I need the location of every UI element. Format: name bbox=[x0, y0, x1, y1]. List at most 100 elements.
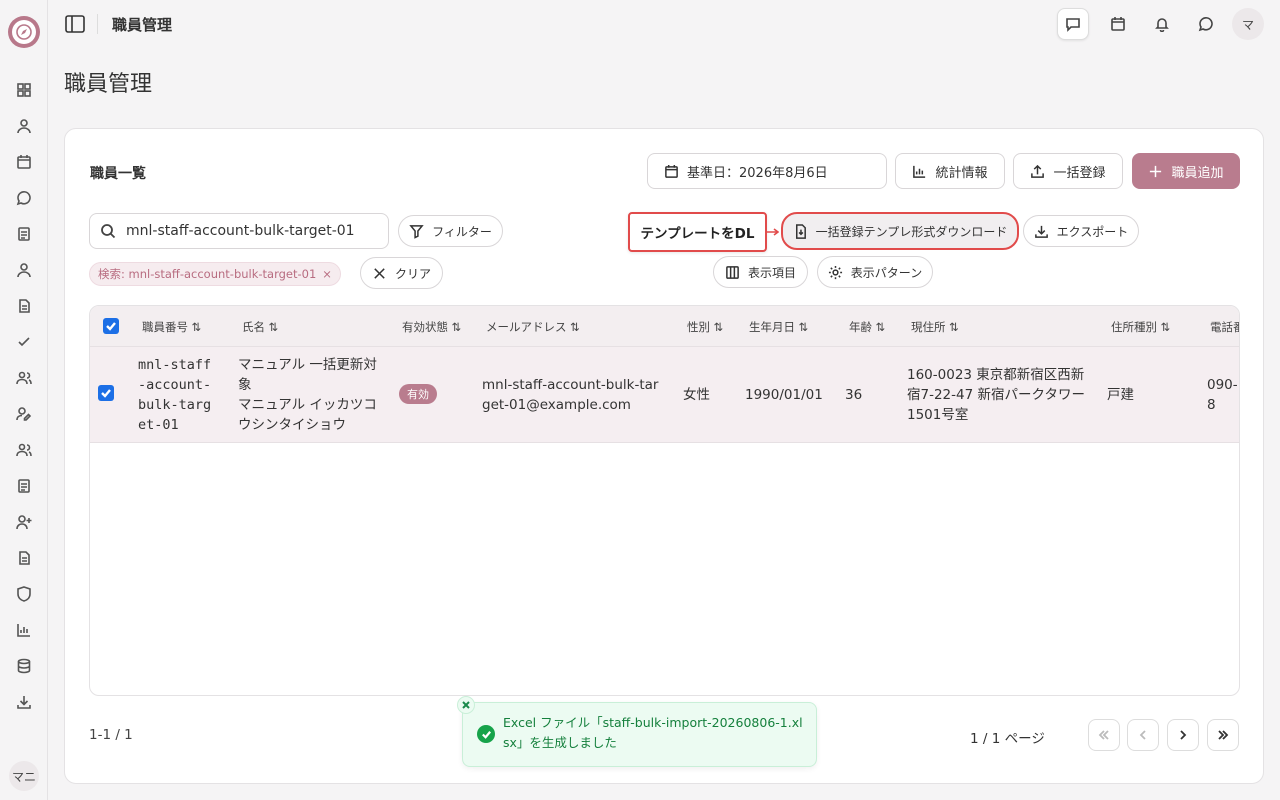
bulk-register-button[interactable]: 一括登録 bbox=[1013, 153, 1123, 189]
calendar-button[interactable] bbox=[1102, 8, 1134, 40]
chevrons-left-icon bbox=[1098, 730, 1109, 740]
calendar-icon[interactable] bbox=[14, 152, 34, 172]
upload-icon bbox=[1031, 164, 1045, 178]
reference-date-button[interactable]: 基準日：2026年8月6日 bbox=[647, 153, 887, 189]
users-icon[interactable] bbox=[14, 368, 34, 388]
filter-button[interactable]: フィルター bbox=[398, 215, 503, 247]
row-checkbox[interactable] bbox=[98, 385, 114, 401]
staff-table: 職員番号 ⇅ 氏名 ⇅ 有効状態 ⇅ メールアドレス ⇅ 性別 ⇅ 生年月日 ⇅… bbox=[89, 305, 1240, 696]
notification-button[interactable] bbox=[1146, 8, 1178, 40]
select-all-checkbox[interactable] bbox=[103, 318, 119, 334]
cell-name: マニュアル 一括更新対 象 マニュアル イッカツコ ウシンタイショウ bbox=[238, 357, 377, 433]
dashboard-icon[interactable] bbox=[14, 80, 34, 100]
toast-close-icon[interactable] bbox=[457, 696, 475, 714]
bar-chart-icon[interactable] bbox=[14, 620, 34, 640]
sidebar-toggle-icon[interactable] bbox=[64, 13, 86, 35]
notebook-icon[interactable] bbox=[14, 476, 34, 496]
statistics-button[interactable]: 統計情報 bbox=[895, 153, 1005, 189]
chat-icon[interactable] bbox=[14, 188, 34, 208]
column-header-address[interactable]: 現住所 ⇅ bbox=[911, 319, 959, 335]
next-page-button[interactable] bbox=[1167, 719, 1199, 751]
chip-close-icon[interactable]: × bbox=[322, 267, 332, 281]
search-icon bbox=[101, 224, 116, 239]
column-header-staff-number[interactable]: 職員番号 ⇅ bbox=[142, 319, 201, 335]
user-badge[interactable]: マニ bbox=[9, 761, 39, 791]
column-header-phone[interactable]: 電話番 bbox=[1210, 319, 1239, 335]
column-header-age[interactable]: 年齢 ⇅ bbox=[849, 319, 885, 335]
table-row[interactable]: mnl-staff -account- bulk-targ et-01 マニュア… bbox=[90, 347, 1239, 443]
column-header-gender[interactable]: 性別 ⇅ bbox=[687, 319, 723, 335]
template-dl-callout: テンプレートをDL bbox=[628, 212, 767, 252]
check-icon bbox=[106, 322, 116, 331]
column-header-address-type[interactable]: 住所種別 ⇅ bbox=[1111, 319, 1170, 335]
avatar[interactable]: マ bbox=[1232, 8, 1264, 40]
cell-gender: 女性 bbox=[683, 387, 710, 403]
columns-icon bbox=[726, 265, 739, 279]
card-title: 職員一覧 bbox=[90, 166, 146, 182]
calendar-icon bbox=[665, 164, 678, 178]
shield-icon[interactable] bbox=[14, 584, 34, 604]
person-icon[interactable] bbox=[14, 260, 34, 280]
bar-chart-icon bbox=[913, 165, 926, 178]
callout-arrow-icon bbox=[767, 228, 779, 236]
first-page-button[interactable] bbox=[1088, 719, 1120, 751]
cell-address: 160-0023 東京都新宿区西新 宿7-22-47 新宿パークタワー 1501… bbox=[907, 367, 1085, 423]
cell-age: 36 bbox=[845, 387, 863, 403]
header-divider bbox=[97, 14, 98, 34]
download-icon[interactable] bbox=[14, 692, 34, 712]
column-header-birthdate[interactable]: 生年月日 ⇅ bbox=[749, 319, 808, 335]
page-info: 1 / 1 ページ bbox=[970, 731, 1045, 747]
sidebar: マニ bbox=[0, 0, 48, 800]
check-icon bbox=[101, 389, 111, 398]
check-circle-icon bbox=[477, 725, 495, 743]
clear-button[interactable]: クリア bbox=[360, 257, 443, 289]
message-square-button[interactable] bbox=[1057, 8, 1089, 40]
display-columns-button[interactable]: 表示項目 bbox=[713, 256, 808, 288]
chat-bubble-icon bbox=[1198, 17, 1213, 32]
table-header: 職員番号 ⇅ 氏名 ⇅ 有効状態 ⇅ メールアドレス ⇅ 性別 ⇅ 生年月日 ⇅… bbox=[90, 306, 1239, 347]
cell-phone: 090- 8 bbox=[1207, 377, 1238, 413]
user-plus-icon[interactable] bbox=[14, 512, 34, 532]
check-icon[interactable] bbox=[14, 332, 34, 352]
plus-icon bbox=[1150, 165, 1162, 177]
team-icon[interactable] bbox=[14, 440, 34, 460]
column-header-email[interactable]: メールアドレス ⇅ bbox=[486, 319, 580, 335]
add-staff-button[interactable]: 職員追加 bbox=[1132, 153, 1240, 189]
success-toast: Excel ファイル「staff-bulk-import-20260806-1.… bbox=[457, 696, 817, 767]
export-button[interactable]: エクスポート bbox=[1023, 215, 1139, 247]
prev-page-button[interactable] bbox=[1127, 719, 1159, 751]
file-list-icon[interactable] bbox=[14, 548, 34, 568]
file-text-icon[interactable] bbox=[14, 296, 34, 316]
database-icon[interactable] bbox=[14, 656, 34, 676]
cell-address-type: 戸建 bbox=[1107, 387, 1134, 403]
header-title: 職員管理 bbox=[112, 16, 173, 34]
close-icon bbox=[374, 267, 385, 279]
document-icon[interactable] bbox=[14, 224, 34, 244]
file-download-icon bbox=[795, 223, 806, 239]
message-square-icon bbox=[1066, 18, 1080, 32]
staff-list-card: 職員一覧 基準日：2026年8月6日 統計情報 一括登録 職員追加 mnl-st… bbox=[64, 128, 1264, 784]
filter-icon bbox=[409, 224, 424, 239]
user-icon[interactable] bbox=[14, 116, 34, 136]
display-pattern-button[interactable]: 表示パターン bbox=[817, 256, 933, 288]
last-page-button[interactable] bbox=[1207, 719, 1239, 751]
column-header-status[interactable]: 有効状態 ⇅ bbox=[402, 319, 461, 335]
toast-message: Excel ファイル「staff-bulk-import-20260806-1.… bbox=[503, 715, 803, 750]
search-filter-chip[interactable]: 検索: mnl-staff-account-bulk-target-01 × bbox=[89, 262, 341, 286]
bell-icon bbox=[1155, 18, 1169, 32]
chat-button[interactable] bbox=[1190, 8, 1222, 40]
chevron-left-icon bbox=[1139, 730, 1146, 740]
compass-icon bbox=[16, 24, 32, 40]
search-input[interactable]: mnl-staff-account-bulk-target-01 bbox=[89, 213, 389, 249]
template-download-button[interactable]: 一括登録テンプレ形式ダウンロード bbox=[781, 212, 1019, 250]
status-badge: 有効 bbox=[399, 384, 437, 404]
cell-email: mnl-staff-account-bulk-tar get-01@exampl… bbox=[482, 377, 659, 413]
user-edit-icon[interactable] bbox=[14, 404, 34, 424]
download-icon bbox=[1034, 225, 1048, 238]
calendar-icon bbox=[1111, 17, 1125, 31]
app-logo[interactable] bbox=[8, 16, 40, 48]
column-header-name[interactable]: 氏名 ⇅ bbox=[242, 319, 278, 335]
chevrons-right-icon bbox=[1218, 730, 1229, 740]
page-title: 職員管理 bbox=[64, 72, 153, 97]
cell-birthdate: 1990/01/01 bbox=[745, 387, 823, 403]
